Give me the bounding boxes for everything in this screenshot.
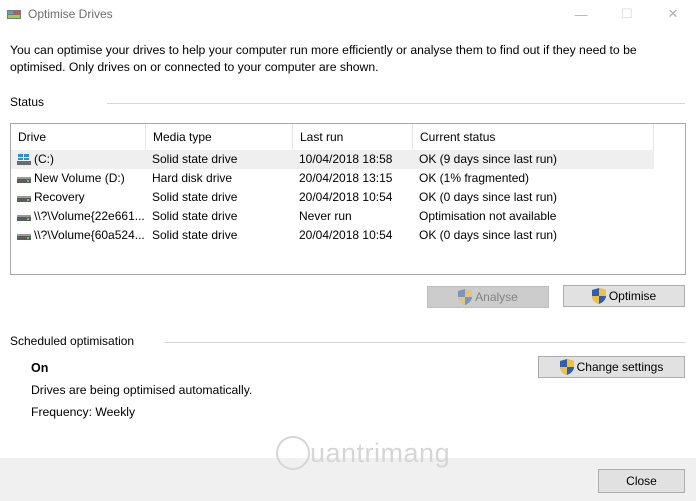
minimize-button[interactable]: — (558, 0, 604, 28)
analyse-label: Analyse (475, 290, 518, 304)
uac-shield-icon (559, 359, 574, 375)
drive-name: \\?\Volume{22e661... (34, 209, 145, 223)
current-status: OK (0 days since last run) (419, 190, 558, 204)
media-type: Solid state drive (152, 228, 238, 242)
close-icon: ✕ (667, 6, 679, 21)
optimise-button[interactable]: Optimise (563, 285, 685, 307)
hard-drive-icon (17, 233, 31, 240)
minimize-icon: — (574, 6, 588, 22)
close-window-button[interactable]: ✕ (650, 0, 696, 28)
schedule-description: Drives are being optimised automatically… (31, 383, 253, 397)
last-run: 20/04/2018 10:54 (299, 228, 393, 242)
drive-name: New Volume (D:) (34, 171, 125, 185)
current-status: OK (1% fragmented) (419, 171, 530, 185)
table-header: Drive Media type Last run Current status (11, 124, 654, 151)
optimise-label: Optimise (608, 289, 657, 303)
close-button[interactable]: Close (598, 469, 685, 493)
last-run: 20/04/2018 10:54 (299, 190, 393, 204)
current-status: Optimisation not available (419, 209, 557, 223)
column-current-status[interactable]: Current status (413, 124, 654, 150)
optimise-drives-icon (7, 10, 21, 19)
hard-drive-icon (17, 195, 31, 202)
table-row[interactable]: \\?\Volume{22e661... Solid state drive N… (11, 207, 654, 226)
table-row[interactable]: (C:) Solid state drive 10/04/2018 18:58 … (11, 150, 654, 169)
schedule-divider (164, 342, 685, 343)
close-label: Close (626, 474, 657, 488)
media-type: Solid state drive (152, 152, 238, 166)
maximize-button[interactable]: ☐ (604, 0, 650, 28)
watermark: uantrimang (276, 436, 451, 470)
window-title: Optimise Drives (28, 7, 113, 21)
media-type: Solid state drive (152, 190, 238, 204)
last-run: 20/04/2018 13:15 (299, 171, 393, 185)
last-run: Never run (299, 209, 352, 223)
analyse-button[interactable]: Analyse (427, 286, 549, 308)
column-last-run[interactable]: Last run (293, 124, 413, 150)
hard-drive-icon (17, 214, 31, 221)
drive-name: Recovery (34, 190, 85, 204)
change-settings-label: Change settings (576, 360, 664, 374)
change-settings-button[interactable]: Change settings (538, 356, 685, 378)
uac-shield-icon (458, 289, 473, 305)
intro-text: You can optimise your drives to help you… (10, 43, 637, 74)
current-status: OK (0 days since last run) (419, 228, 558, 242)
last-run: 10/04/2018 18:58 (299, 152, 393, 166)
watermark-text: uantrimang (310, 438, 451, 468)
table-row[interactable]: New Volume (D:) Hard disk drive 20/04/20… (11, 169, 654, 188)
schedule-state: On (31, 361, 49, 375)
media-type: Solid state drive (152, 209, 238, 223)
watermark-logo (276, 436, 310, 470)
schedule-frequency: Frequency: Weekly (31, 405, 136, 419)
drive-name: \\?\Volume{60a524... (34, 228, 145, 242)
drive-name: (C:) (34, 152, 54, 166)
drive-table[interactable]: Drive Media type Last run Current status… (10, 123, 686, 275)
status-divider (107, 103, 685, 104)
windows-drive-icon (17, 153, 31, 165)
hard-drive-icon (17, 176, 31, 183)
column-media-type[interactable]: Media type (146, 124, 293, 150)
current-status: OK (9 days since last run) (419, 152, 558, 166)
uac-shield-icon (591, 288, 606, 304)
status-label: Status (10, 95, 45, 109)
column-drive[interactable]: Drive (11, 124, 146, 150)
title-bar: Optimise Drives — ☐ ✕ (0, 0, 696, 28)
table-row[interactable]: Recovery Solid state drive 20/04/2018 10… (11, 188, 654, 207)
scheduled-optimisation-label: Scheduled optimisation (10, 334, 135, 348)
table-row[interactable]: \\?\Volume{60a524... Solid state drive 2… (11, 226, 654, 245)
media-type: Hard disk drive (152, 171, 233, 185)
maximize-icon: ☐ (621, 6, 633, 21)
